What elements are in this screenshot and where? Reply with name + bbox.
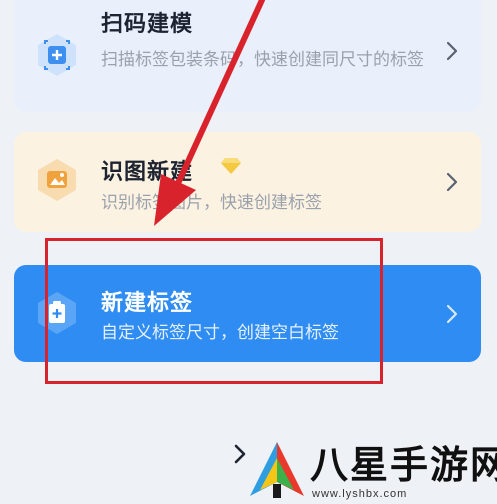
chevron-right-icon <box>443 303 461 325</box>
image-recognize-icon <box>36 158 78 202</box>
option-description: 扫描标签包装条码，快速创建同尺寸的标签 <box>101 50 424 69</box>
option-title: 识图新建 <box>101 159 194 184</box>
option-description: 识别标签图片，快速创建标签 <box>101 193 322 212</box>
red-highlight-box <box>45 238 383 384</box>
scan-barcode-icon <box>36 33 78 77</box>
chevron-right-icon <box>443 40 461 62</box>
site-logo-icon <box>246 438 308 500</box>
diamond-icon <box>220 157 242 175</box>
option-card-recognize[interactable]: 识图新建 识别标签图片，快速创建标签 <box>14 132 481 232</box>
option-title: 扫码建模 <box>101 11 194 36</box>
option-card-scan[interactable]: 扫码建模 扫描标签包装条码，快速创建同尺寸的标签 <box>14 0 481 112</box>
chevron-right-icon <box>443 171 461 193</box>
watermark: 八星手游网 www.lyshbx.com <box>246 428 497 504</box>
watermark-text: 八星手游网 <box>310 445 497 487</box>
watermark-url: www.lyshbx.com <box>312 488 408 500</box>
